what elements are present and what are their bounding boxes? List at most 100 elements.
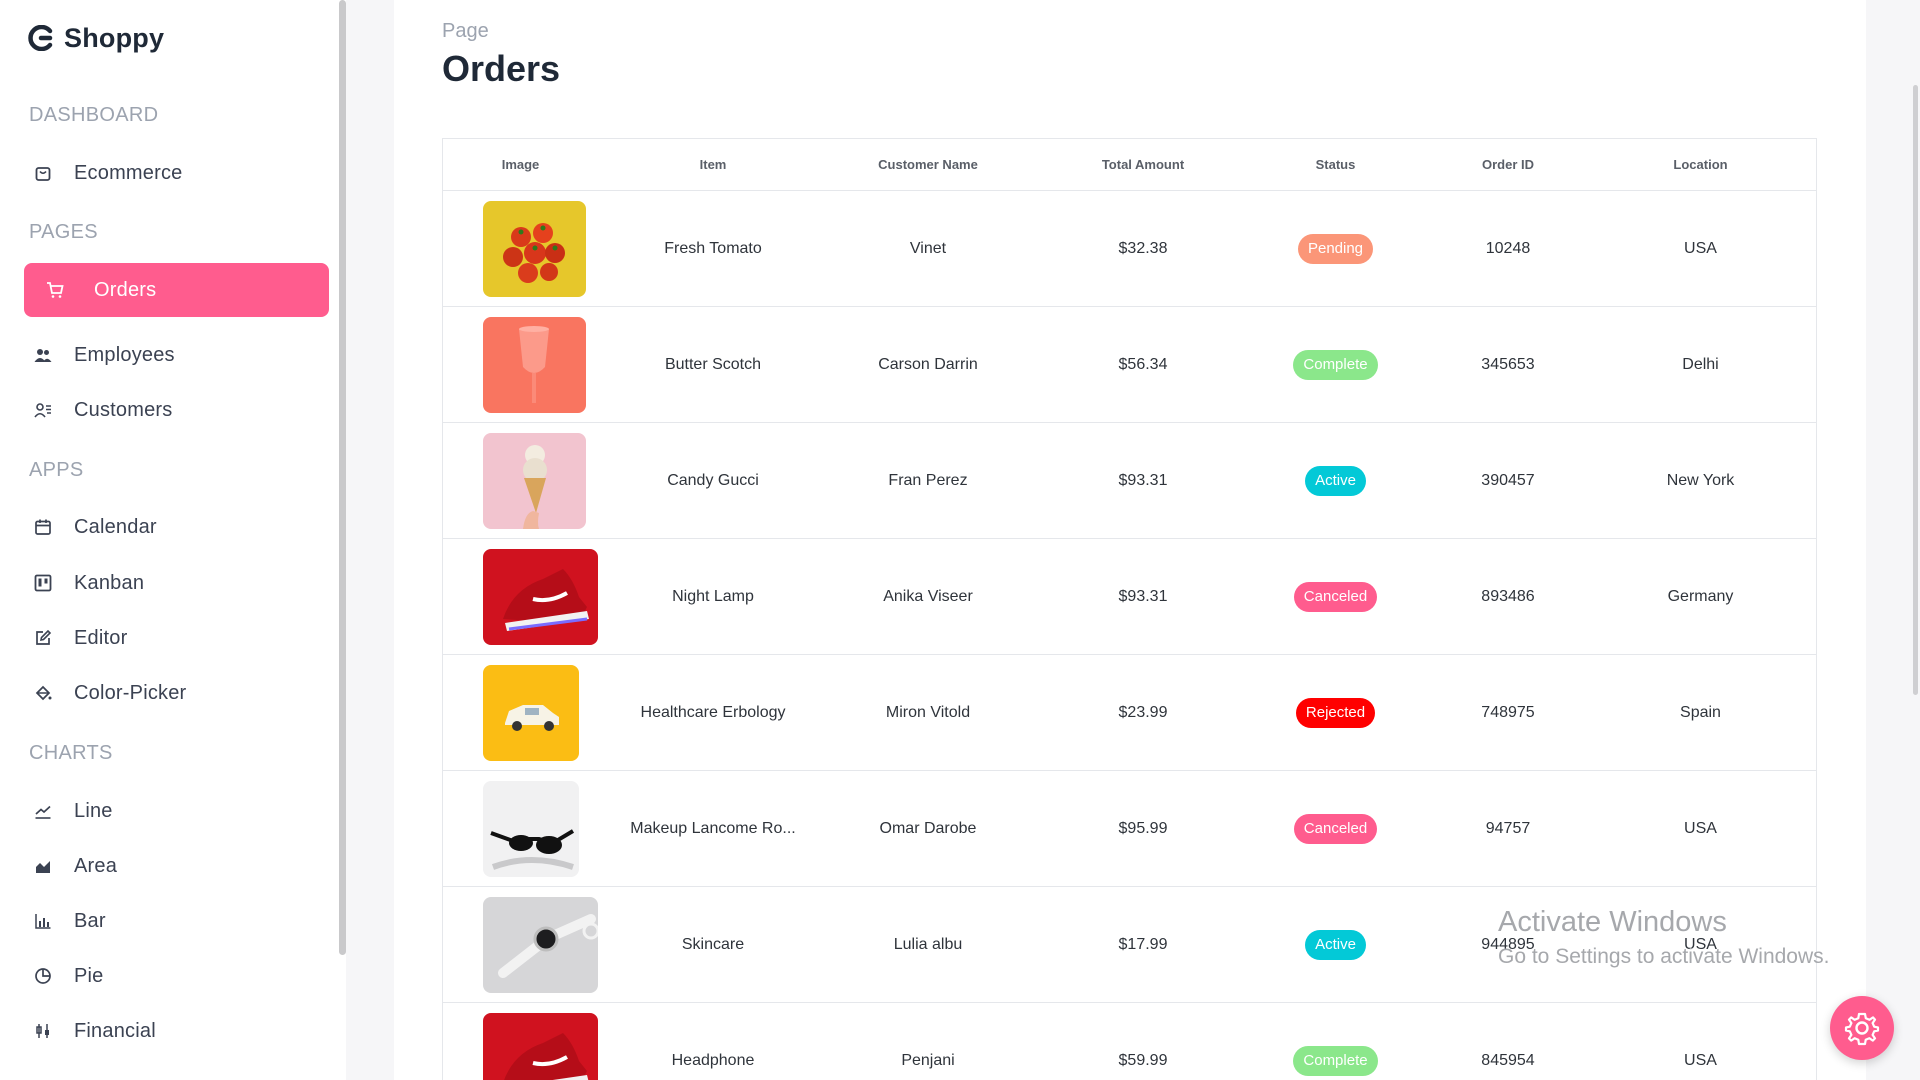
- table-row[interactable]: Fresh Tomato Vinet $32.38 Pending 10248 …: [443, 191, 1816, 307]
- activation-watermark-text: Go to Settings to activate Windows.: [1498, 945, 1830, 968]
- status-cell: Rejected: [1258, 697, 1413, 728]
- table-row[interactable]: Healthcare Erbology Miron Vitold $23.99 …: [443, 655, 1816, 771]
- page-title: Orders: [442, 48, 561, 89]
- sidebar-item-customers[interactable]: Customers: [24, 383, 329, 437]
- sidebar-item-label: Line: [74, 799, 113, 822]
- shoppy-logo-icon: [28, 25, 53, 51]
- bar-chart-icon: [32, 910, 54, 932]
- sidebar-item-ecommerce[interactable]: Ecommerce: [24, 146, 329, 200]
- status-cell: Pending: [1258, 233, 1413, 264]
- order-id-cell: 345653: [1481, 355, 1535, 373]
- status-badge: Complete: [1293, 1045, 1378, 1076]
- status-badge: Complete: [1293, 349, 1378, 380]
- shopping-bag-icon: [32, 162, 54, 184]
- area-chart-icon: [32, 855, 54, 877]
- column-header[interactable]: Order ID: [1413, 157, 1603, 172]
- sidebar-item-color-picker[interactable]: Color-Picker: [24, 666, 329, 720]
- item-cell: Candy Gucci: [667, 471, 759, 489]
- pie-chart-icon: [32, 965, 54, 987]
- column-header[interactable]: Total Amount: [1028, 157, 1258, 172]
- status-cell: Canceled: [1258, 813, 1413, 844]
- financial-icon: [32, 1020, 54, 1042]
- shoe-image: [483, 1012, 598, 1080]
- column-header[interactable]: Item: [598, 157, 828, 172]
- cart-icon: [44, 279, 66, 301]
- sidebar-item-calendar[interactable]: Calendar: [24, 500, 329, 554]
- sidebar-item-kanban[interactable]: Kanban: [24, 556, 329, 610]
- image-cell: [443, 780, 598, 877]
- column-header[interactable]: Customer Name: [828, 157, 1028, 172]
- table-row[interactable]: Butter Scotch Carson Darrin $56.34 Compl…: [443, 307, 1816, 423]
- column-header[interactable]: Status: [1258, 157, 1413, 172]
- app-root: Shoppy DASHBOARD Ecommerce PAGES Orders …: [0, 0, 1920, 1080]
- location-cell: Delhi: [1682, 355, 1719, 373]
- order-id-cell: 390457: [1481, 471, 1535, 489]
- image-cell: [443, 548, 598, 645]
- sidebar-item-line[interactable]: Line: [24, 784, 329, 838]
- section-title-dashboard: DASHBOARD: [29, 104, 159, 126]
- watch-image: [483, 896, 598, 993]
- glass-image: [483, 316, 586, 413]
- content-gutter: [346, 0, 394, 1080]
- table-row[interactable]: Night Lamp Anika Viseer $93.31 Canceled …: [443, 539, 1816, 655]
- customers-icon: [32, 399, 54, 421]
- settings-button[interactable]: [1830, 996, 1894, 1060]
- order-id-cell: 10248: [1485, 239, 1531, 257]
- status-badge: Canceled: [1293, 581, 1378, 612]
- amount-cell: $32.38: [1118, 239, 1168, 257]
- item-cell: Headphone: [671, 1051, 755, 1069]
- status-badge: Active: [1305, 929, 1366, 960]
- image-cell: [443, 200, 598, 297]
- column-header[interactable]: Location: [1603, 157, 1798, 172]
- section-title-pages: PAGES: [29, 221, 98, 243]
- status-badge: Active: [1305, 465, 1366, 496]
- sidebar-item-area[interactable]: Area: [24, 839, 329, 893]
- line-chart-icon: [32, 800, 54, 822]
- calendar-icon: [32, 516, 54, 538]
- image-cell: [443, 664, 598, 761]
- customer-cell: Fran Perez: [888, 471, 968, 489]
- sidebar-item-orders[interactable]: Orders: [24, 263, 329, 317]
- edit-icon: [32, 627, 54, 649]
- brand-logo[interactable]: Shoppy: [28, 18, 164, 58]
- sidebar-item-financial[interactable]: Financial: [24, 1004, 329, 1058]
- table-row[interactable]: Makeup Lancome Ro... Omar Darobe $95.99 …: [443, 771, 1816, 887]
- sidebar-item-employees[interactable]: Employees: [24, 328, 329, 382]
- main-scrollbar[interactable]: [1913, 85, 1918, 695]
- sidebar-item-bar[interactable]: Bar: [24, 894, 329, 948]
- order-id-cell: 748975: [1481, 703, 1535, 721]
- customer-cell: Omar Darobe: [879, 819, 977, 837]
- status-badge: Pending: [1297, 233, 1374, 264]
- icecream-image: [483, 432, 586, 529]
- sidebar-item-editor[interactable]: Editor: [24, 611, 329, 665]
- section-title-apps: APPS: [29, 459, 84, 481]
- table-row[interactable]: Candy Gucci Fran Perez $93.31 Active 390…: [443, 423, 1816, 539]
- toy-car-image: [483, 664, 579, 761]
- status-cell: Active: [1258, 929, 1413, 960]
- sidebar-item-label: Bar: [74, 909, 106, 932]
- item-cell: Night Lamp: [672, 587, 754, 605]
- sidebar-scrollbar[interactable]: [339, 0, 346, 955]
- section-title-charts: CHARTS: [29, 742, 113, 764]
- amount-cell: $95.99: [1118, 819, 1168, 837]
- status-cell: Complete: [1258, 349, 1413, 380]
- table-row[interactable]: Headphone Penjani $59.99 Complete 845954…: [443, 1003, 1816, 1080]
- customer-cell: Carson Darrin: [878, 355, 978, 373]
- kanban-icon: [32, 572, 54, 594]
- amount-cell: $17.99: [1118, 935, 1168, 953]
- sidebar-item-pie[interactable]: Pie: [24, 949, 329, 1003]
- customer-cell: Vinet: [909, 239, 947, 257]
- amount-cell: $59.99: [1118, 1051, 1168, 1069]
- sidebar-item-label: Pie: [74, 964, 104, 987]
- sidebar-item-label: Calendar: [74, 515, 157, 538]
- status-cell: Complete: [1258, 1045, 1413, 1076]
- sidebar-item-label: Editor: [74, 626, 128, 649]
- order-id-cell: 845954: [1481, 1051, 1535, 1069]
- item-cell: Butter Scotch: [664, 355, 762, 373]
- sidebar-item-label: Area: [74, 854, 118, 877]
- status-cell: Active: [1258, 465, 1413, 496]
- customer-cell: Anika Viseer: [883, 587, 973, 605]
- paint-bucket-icon: [32, 682, 54, 704]
- employees-icon: [32, 344, 54, 366]
- column-header[interactable]: Image: [443, 157, 598, 172]
